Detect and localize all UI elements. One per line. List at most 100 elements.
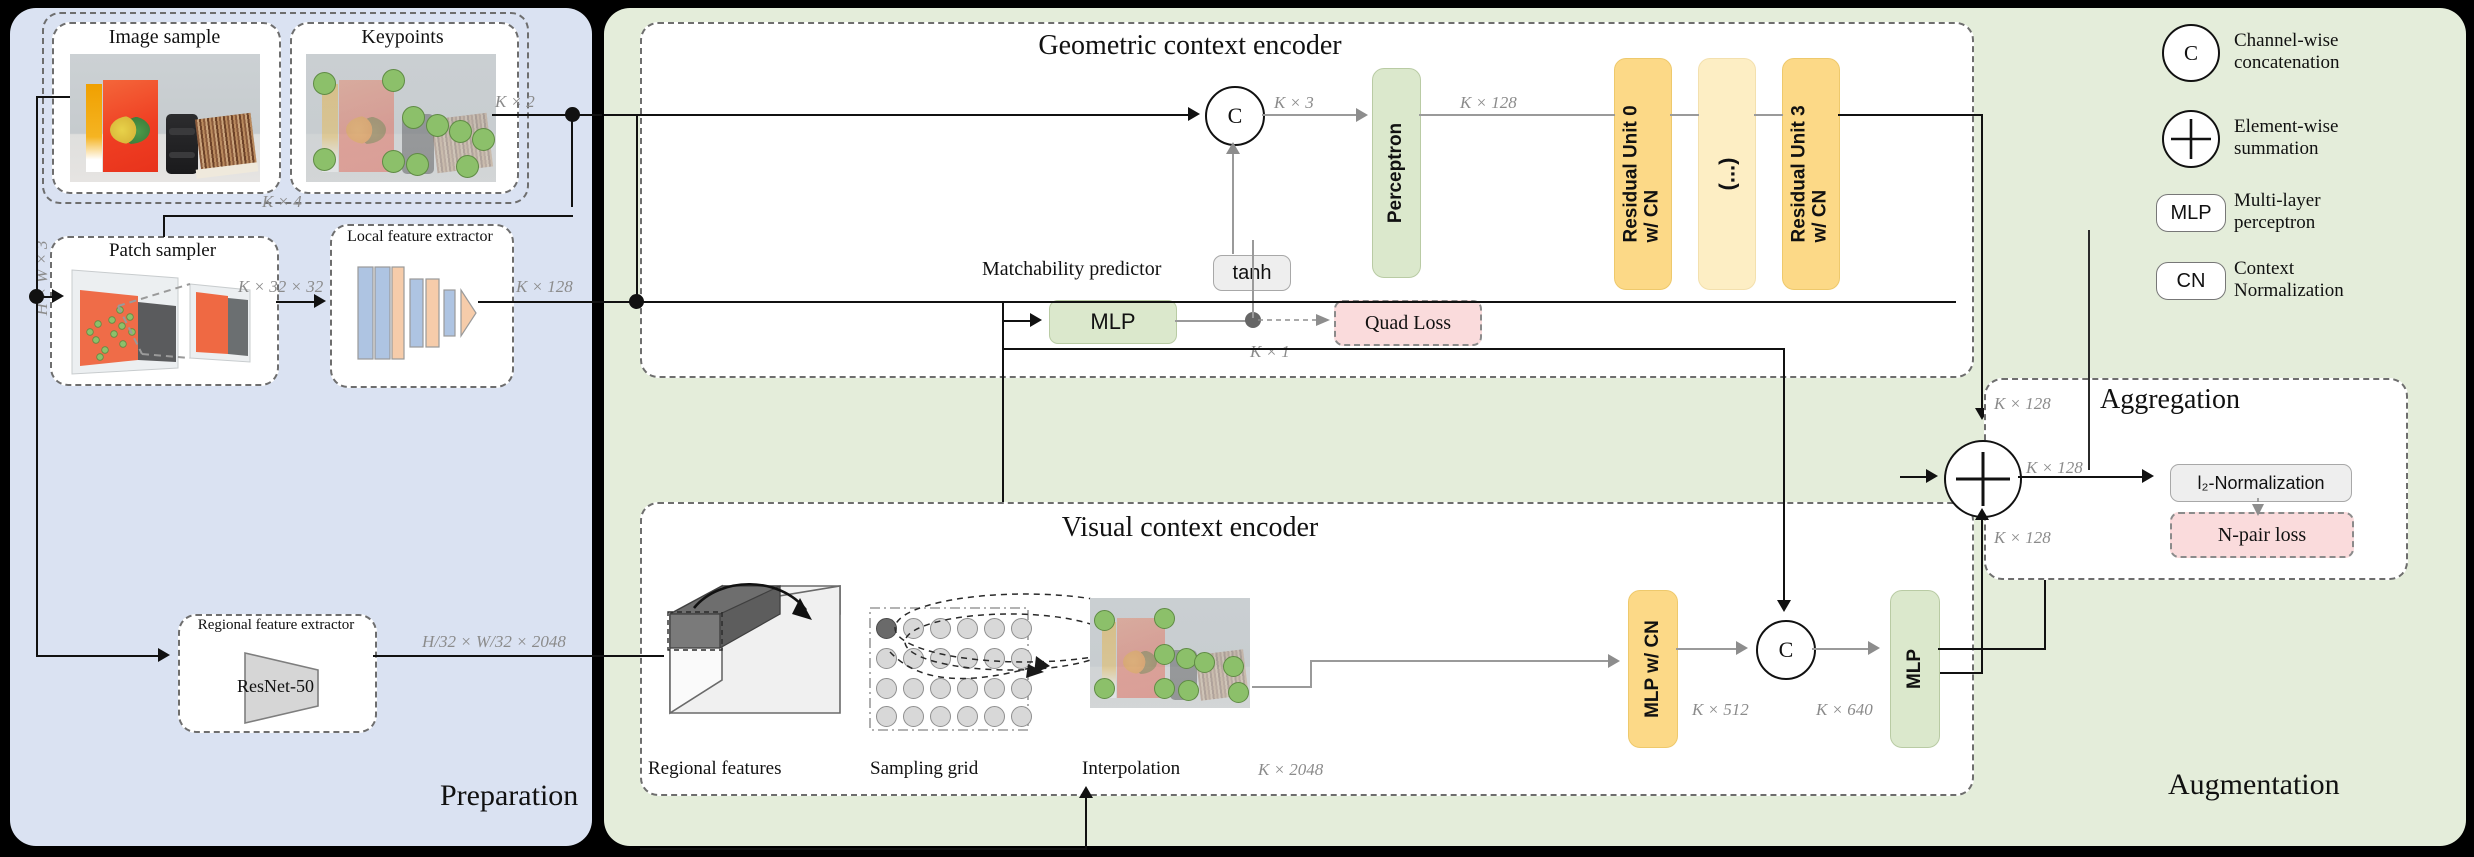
dim-local-out: K × 128 [516, 277, 573, 296]
legend-cn-line2: Normalization [2234, 280, 2344, 302]
legend-concat-symbol: C [2183, 40, 2198, 65]
geo-block-perceptron: Perceptron [1372, 68, 1421, 278]
dim-geo-perceptron-out: K × 128 [1460, 93, 1517, 112]
wire-matchability-dashed-to-loss [1258, 314, 1330, 326]
arrow-into-sum [1926, 469, 1938, 483]
wire-visual-out [1938, 648, 2046, 650]
dim-input: H × W × 3 [32, 240, 51, 316]
arrow-to-geo-concat [1188, 107, 1200, 121]
wire-local-branch-to-visualconcat [1002, 348, 1785, 350]
arrow-sum-to-l2 [2142, 469, 2154, 483]
wire-perceptron-to-res0 [1419, 114, 1615, 116]
legend-concat-text: Channel-wise concatenation [2234, 30, 2340, 75]
wire-kp-to-geo-concat [604, 114, 1192, 116]
dim-patch-out: K × 32 × 32 [238, 277, 324, 296]
arrow-bottom-into-visual [1079, 786, 1093, 798]
visual-block-mlp: MLP [1890, 590, 1940, 748]
resnet-label: ResNet-50 [237, 676, 314, 696]
dim-interp-out: K × 2048 [1258, 760, 1324, 779]
legend-cn-line1: Context [2234, 258, 2295, 279]
arrow-to-visual-concat [1736, 641, 1748, 655]
image-keypoints-group [42, 12, 529, 204]
wire-kp4-down [163, 215, 165, 237]
keypoint-dot [1094, 678, 1115, 699]
wire-local-bus-right [636, 301, 1956, 303]
keypoint-dot [1223, 656, 1244, 677]
wire-bottom-into-visual [604, 655, 664, 657]
wire-local-to-visual-concat [1783, 348, 1785, 606]
patch-sampler-title: Patch sampler [108, 240, 217, 261]
quad-loss-box: Quad Loss [1334, 300, 1482, 346]
wire-visual-up-into-sum [1981, 514, 1983, 674]
n-pair-loss-label: N-pair loss [2217, 523, 2307, 546]
wire-regional-out [373, 655, 643, 657]
arrow-tanh-to-geo-concat [1226, 142, 1240, 154]
keypoint-dot [1094, 610, 1115, 631]
geo-block-residual3-label: Residual Unit 3 w/ CN [1789, 105, 1831, 243]
matchability-mlp-box: MLP [1049, 300, 1177, 344]
wire-interp-to-mlpcn-h1 [1252, 686, 1310, 688]
arrow-into-visual-concat [1777, 600, 1791, 612]
geo-block-perceptron-label: Perceptron [1385, 122, 1407, 224]
legend-cn-text: Context Normalization [2234, 258, 2344, 303]
wire-ellipsis-to-res3 [1754, 114, 1783, 116]
legend-mlp-symbol: MLP [2170, 201, 2212, 224]
wire-mlpcn-to-concat [1676, 648, 1738, 650]
dim-matchability-out: K × 1 [1250, 342, 1290, 361]
keypoint-dot [1154, 678, 1175, 699]
geo-concat-circle: C [1205, 86, 1265, 146]
dim-kp4: K × 4 [262, 192, 302, 211]
aggregation-title: Aggregation [2100, 384, 2240, 415]
wire-tanh-down [1252, 240, 1254, 318]
legend-concat-line1: Channel-wise [2234, 30, 2339, 51]
legend-sum-line2: summation [2234, 138, 2319, 160]
legend-concat-icon: C [2162, 24, 2220, 82]
wire-local-branch-up [1002, 301, 1004, 529]
keypoint-dot [1154, 644, 1175, 665]
geo-block-residual0: Residual Unit 0 w/ CN [1614, 58, 1672, 290]
arrow-to-visual-mlp [1868, 641, 1880, 655]
dim-visual-concat-out: K × 640 [1816, 700, 1873, 719]
wire-patch-to-local [276, 301, 316, 303]
aggregation-sum-circle [1944, 440, 2022, 518]
interpolation-caption: Interpolation [1082, 758, 1181, 779]
geo-block-residual3: Residual Unit 3 w/ CN [1782, 58, 1840, 290]
dim-agg-top-in: K × 128 [1994, 394, 2051, 413]
cnn-blocks-illustration [357, 266, 477, 360]
geo-concat-symbol: C [1227, 103, 1243, 128]
arrow-to-patch-sampler [52, 289, 64, 303]
geo-block-residual0-label: Residual Unit 0 w/ CN [1621, 105, 1663, 243]
legend-concat-line2: concatenation [2234, 52, 2340, 74]
dim-kp2: K × 2 [495, 92, 535, 111]
wire-bottom-riser [1085, 792, 1087, 850]
dim-agg-out: K × 128 [2026, 458, 2083, 477]
wire-keypoints-out [492, 114, 602, 116]
keypoint-dot [1178, 680, 1199, 701]
arrow-to-visual-mlpcn [1608, 654, 1620, 668]
wire-sum-out [2018, 476, 2144, 478]
dim-agg-bottom-in: K × 128 [1994, 528, 2051, 547]
arrow-to-regional [158, 648, 170, 662]
wire-geo-out-down [1981, 114, 1983, 414]
keypoint-dot [1194, 652, 1215, 673]
wire-geo-out [1838, 114, 1983, 116]
dim-regional-out: H/32 × W/32 × 2048 [422, 632, 566, 651]
visual-block-mlp-label: MLP [1903, 648, 1925, 690]
visual-block-mlp-cn-label: MLP w/ CN [1642, 620, 1664, 718]
arrow-to-perceptron [1356, 108, 1368, 122]
arrow-to-local-extractor [314, 294, 326, 308]
legend-sum-text: Element-wise summation [2234, 116, 2338, 161]
geo-block-ellipsis: (...) [1698, 58, 1756, 290]
legend-sum-icon [2162, 110, 2220, 168]
regional-feature-extractor-title: Regional feature extractor [197, 617, 355, 633]
wire-concat-to-mlp [1812, 648, 1870, 650]
wire-geo-concat-to-perceptron [1262, 114, 1358, 116]
dim-visual-mlpcn-out: K × 512 [1692, 700, 1749, 719]
legend-mlp-icon: MLP [2156, 194, 2226, 232]
wire-interp-to-mlpcn-v [1310, 660, 1312, 688]
wire-input-bus [36, 96, 38, 656]
legend-cn-symbol: CN [2176, 269, 2206, 292]
preparation-label: Preparation [440, 779, 579, 812]
n-pair-loss-box: N-pair loss [2170, 512, 2354, 558]
wire-to-matchability-mlp [1002, 320, 1032, 322]
